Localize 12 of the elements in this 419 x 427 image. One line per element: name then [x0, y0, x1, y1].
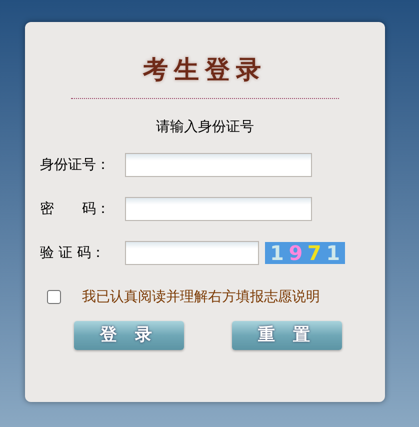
login-title: 考生登录	[143, 54, 267, 86]
instruction-text: 请输入身份证号	[156, 118, 254, 137]
login-button[interactable]: 登 录	[74, 321, 184, 350]
id-number-field[interactable]	[125, 153, 312, 177]
password-field[interactable]	[125, 197, 312, 221]
agreement-text: 我已认真阅读并理解右方填报志愿说明	[82, 288, 320, 307]
agreement-checkbox[interactable]	[47, 290, 61, 304]
field-label: 验 证 码：	[40, 244, 106, 262]
captcha-field[interactable]	[125, 241, 259, 265]
reset-button[interactable]: 重 置	[232, 321, 342, 350]
field-label: 密 码：	[40, 200, 111, 218]
field-label: 身份证号：	[40, 156, 111, 174]
